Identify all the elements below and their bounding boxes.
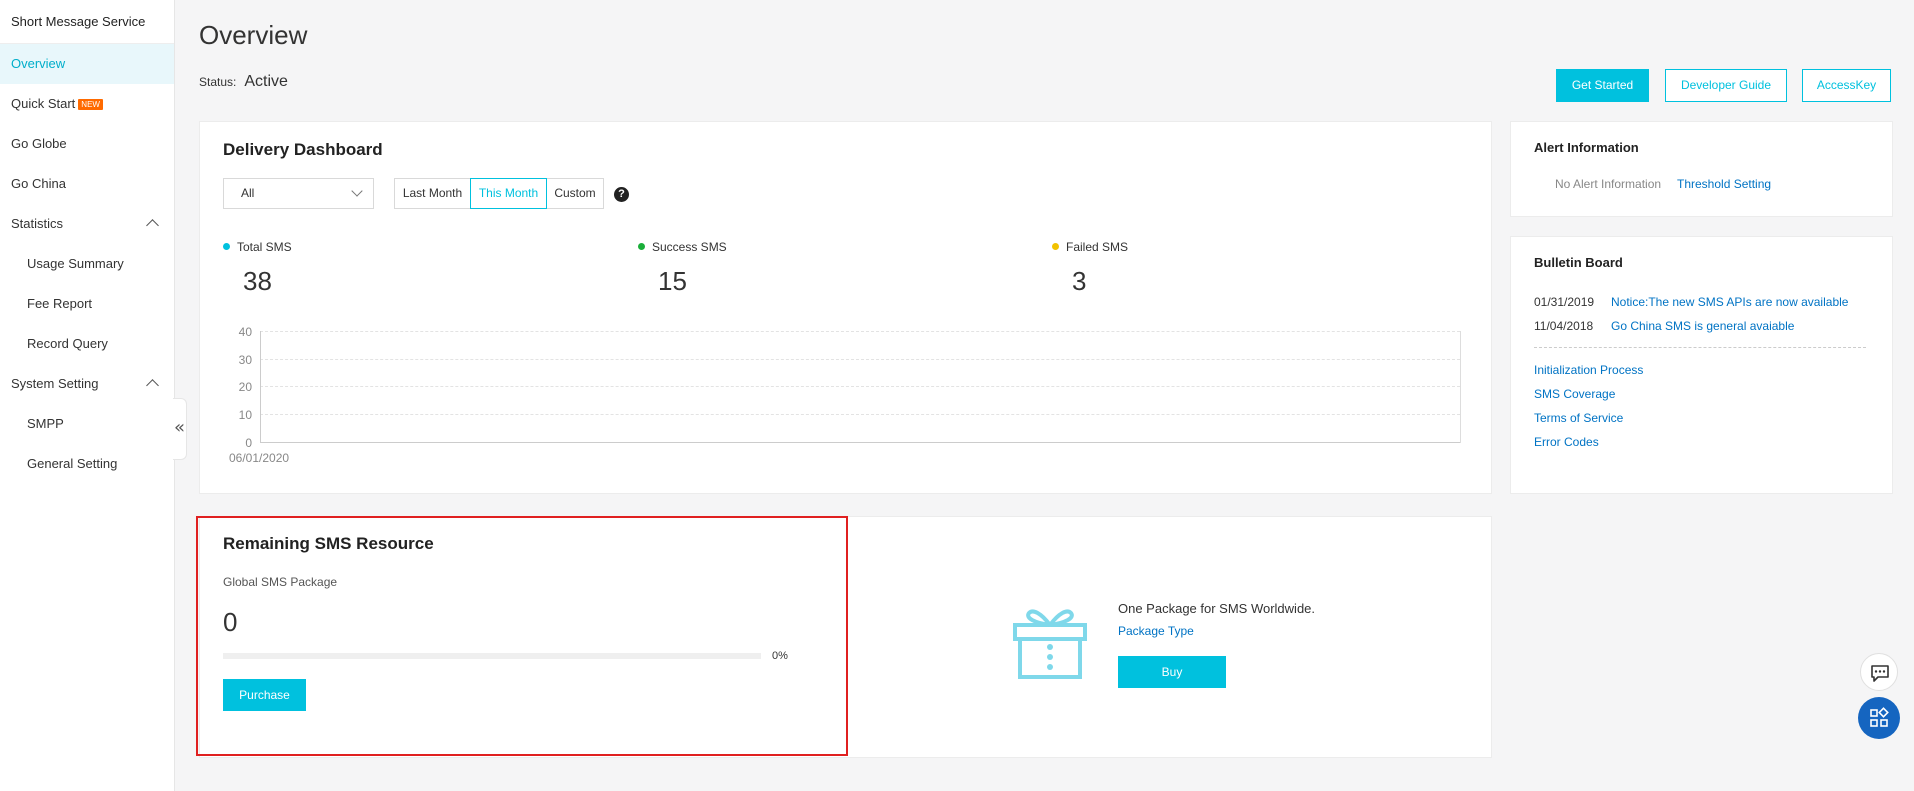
y-tick-label: 20	[238, 380, 252, 394]
sidebar-item-label: Quick Start	[11, 96, 76, 111]
sidebar-item-overview[interactable]: Overview	[0, 44, 174, 84]
terms-of-service-link[interactable]: Terms of Service	[1534, 411, 1623, 425]
divider	[1534, 347, 1866, 348]
package-type-link[interactable]: Package Type	[1118, 624, 1194, 638]
sidebar-collapse-button[interactable]: «	[173, 398, 187, 460]
alert-title: Alert Information	[1534, 140, 1639, 155]
metric-value: 3	[1072, 266, 1087, 296]
initialization-process-link[interactable]: Initialization Process	[1534, 363, 1643, 377]
chart-right-edge	[1460, 331, 1461, 443]
bulletin-title: Bulletin Board	[1534, 255, 1623, 270]
grid-line	[260, 359, 1460, 360]
metric-failed-sms: Failed SMS 3	[1052, 240, 1128, 297]
x-tick-label: 06/01/2020	[229, 451, 290, 465]
sms-coverage-link[interactable]: SMS Coverage	[1534, 387, 1615, 401]
status-label: Status:	[199, 75, 237, 89]
sidebar-item-label: General Setting	[27, 456, 118, 471]
sidebar-group-statistics[interactable]: Statistics	[0, 204, 174, 244]
range-this-month[interactable]: This Month	[470, 178, 547, 209]
notice-date: 11/04/2018	[1534, 319, 1594, 333]
grid-line	[260, 331, 1460, 332]
threshold-setting-link[interactable]: Threshold Setting	[1677, 177, 1771, 191]
highlight-box	[196, 516, 848, 756]
sidebar-item-go-globe[interactable]: Go Globe	[0, 124, 174, 164]
sidebar-item-label: Go China	[11, 176, 66, 191]
page-title: Overview	[199, 20, 308, 50]
sidebar-item-label: System Setting	[11, 376, 99, 391]
sidebar-item-label: Go Globe	[11, 136, 67, 151]
y-tick-label: 30	[238, 353, 252, 367]
success-sms-dot	[638, 243, 645, 250]
bulletin-card: Bulletin Board 01/31/2019 Notice:The new…	[1510, 236, 1893, 494]
range-last-month[interactable]: Last Month	[394, 178, 471, 209]
accesskey-button[interactable]: AccessKey	[1802, 69, 1891, 102]
y-tick-label: 10	[238, 408, 252, 422]
sidebar-title: Short Message Service	[0, 0, 174, 44]
metric-success-sms: Success SMS 15	[638, 240, 727, 297]
sidebar-item-quick-start[interactable]: Quick Start NEW	[0, 84, 174, 124]
double-chevron-left-icon: «	[173, 417, 185, 438]
y-tick-label: 40	[238, 325, 252, 339]
sidebar-item-usage-summary[interactable]: Usage Summary	[0, 244, 174, 284]
filter-select[interactable]: All	[223, 178, 374, 209]
metric-label: Success SMS	[652, 240, 727, 254]
status-line: Status: Active	[199, 73, 288, 91]
notice-date: 01/31/2019	[1534, 295, 1595, 309]
chevron-down-icon	[351, 185, 363, 197]
sidebar-item-smpp[interactable]: SMPP	[0, 404, 174, 444]
buy-button[interactable]: Buy	[1118, 656, 1226, 688]
sidebar-item-label: Usage Summary	[27, 256, 124, 271]
developer-guide-button[interactable]: Developer Guide	[1665, 69, 1787, 102]
alert-empty-text: No Alert Information	[1555, 177, 1662, 191]
chat-icon	[1871, 665, 1889, 682]
sidebar-item-fee-report[interactable]: Fee Report	[0, 284, 174, 324]
gift-icon	[1011, 603, 1089, 684]
help-icon[interactable]: ?	[614, 187, 629, 202]
sidebar-item-record-query[interactable]: Record Query	[0, 324, 174, 364]
alert-card: Alert Information No Alert Information T…	[1510, 121, 1893, 217]
x-axis	[260, 442, 1460, 443]
chat-button[interactable]	[1860, 653, 1898, 691]
dashboard-title: Delivery Dashboard	[223, 140, 383, 159]
error-codes-link[interactable]: Error Codes	[1534, 435, 1599, 449]
apps-icon	[1870, 707, 1889, 727]
promo-headline: One Package for SMS Worldwide.	[1118, 601, 1316, 616]
sidebar-item-label: SMPP	[27, 416, 64, 431]
new-badge: NEW	[78, 99, 103, 110]
sidebar-item-general-setting[interactable]: General Setting	[0, 444, 174, 484]
grid-line	[260, 414, 1460, 415]
apps-button[interactable]	[1858, 697, 1900, 739]
notice-link[interactable]: Go China SMS is general avaiable	[1611, 319, 1794, 333]
metric-value: 38	[243, 266, 272, 296]
metric-total-sms: Total SMS 38	[223, 240, 292, 297]
metric-value: 15	[658, 266, 687, 296]
sidebar-item-label: Record Query	[27, 336, 108, 351]
sidebar-item-label: Fee Report	[27, 296, 93, 311]
chevron-up-icon	[146, 219, 159, 232]
range-custom[interactable]: Custom	[546, 178, 604, 209]
sidebar-group-system-setting[interactable]: System Setting	[0, 364, 174, 404]
chevron-up-icon	[146, 379, 159, 392]
metric-label: Failed SMS	[1066, 240, 1129, 254]
sidebar-item-go-china[interactable]: Go China	[0, 164, 174, 204]
y-tick-label: 0	[245, 436, 252, 450]
sidebar: Short Message Service Overview Quick Sta…	[0, 0, 175, 791]
get-started-button[interactable]: Get Started	[1556, 69, 1649, 102]
filter-select-value: All	[241, 186, 255, 200]
metric-label: Total SMS	[237, 240, 292, 254]
notice-link[interactable]: Notice:The new SMS APIs are now availabl…	[1611, 295, 1848, 309]
grid-line	[260, 386, 1460, 387]
delivery-dashboard-card: Delivery Dashboard All Last Month This M…	[199, 121, 1492, 494]
status-value: Active	[244, 73, 288, 90]
sidebar-item-label: Statistics	[11, 216, 64, 231]
failed-sms-dot	[1052, 243, 1059, 250]
y-axis	[260, 331, 261, 443]
total-sms-dot	[223, 243, 230, 250]
sidebar-item-label: Overview	[11, 56, 66, 71]
